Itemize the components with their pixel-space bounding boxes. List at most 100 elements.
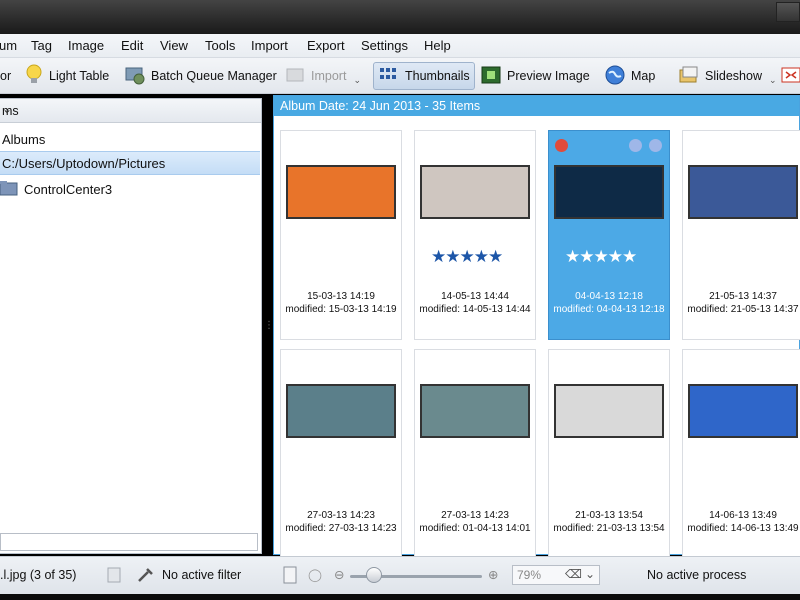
slideshow-label: Slideshow [705, 69, 762, 83]
grid-icon [378, 65, 400, 88]
thumbnails-button[interactable]: Thumbnails [373, 62, 475, 90]
menu-um[interactable]: um [0, 38, 17, 53]
batch-queue-manager-button[interactable]: Batch Queue Manager [120, 62, 281, 90]
smiling-woman-image [554, 384, 664, 438]
coins-image [554, 165, 664, 219]
tree-item-label: Albums [2, 131, 46, 147]
thumbnail-date: 14-06-13 13:49 [709, 510, 777, 521]
thumbnail-date: 14-05-13 14:44 [441, 291, 509, 302]
main-toolbar: or Light Table Batch Queue Manager Impor… [0, 58, 800, 94]
window-close-button[interactable] [776, 2, 800, 22]
thumbnail-modified: modified: 27-03-13 14:23 [285, 523, 397, 534]
thumbnail-modified: modified: 04-04-13 12:18 [553, 304, 665, 315]
facebook-image [688, 165, 798, 219]
thumbnail-date: 27-03-13 14:23 [307, 510, 375, 521]
thumbnail-card[interactable]: 21-05-13 14:37 modified: 21-05-13 14:37 [682, 130, 800, 340]
thumbnail-date: 21-05-13 14:37 [709, 291, 777, 302]
thumbnail-card[interactable]: ★★★★★ 14-05-13 14:44 modified: 14-05-13 14… [414, 130, 536, 340]
zoom-reset-icon[interactable]: ◯ [308, 567, 322, 582]
box-head-image [286, 384, 396, 438]
menu-tools[interactable]: Tools [205, 38, 235, 53]
fullscreen-button[interactable] [776, 62, 800, 90]
menu-help[interactable]: Help [424, 38, 451, 53]
thumbnail-modified: modified: 14-05-13 14:44 [419, 304, 531, 315]
zoom-level-input[interactable]: 79% ⌫ ⌄ [512, 565, 600, 585]
menu-settings[interactable]: Settings [361, 38, 408, 53]
menu-view[interactable]: View [160, 38, 188, 53]
albums-panel-header[interactable]: ms ⌄ [0, 99, 261, 123]
slideshow-button[interactable]: Slideshow ⌄ [674, 62, 781, 90]
preview-image-button[interactable]: Preview Image [476, 62, 594, 90]
clear-icon[interactable]: ⌫ [565, 567, 582, 581]
thumbnail-card[interactable]: 27-03-13 14:23 modified: 01-04-13 14:01 [414, 349, 536, 559]
batch-queue-label: Batch Queue Manager [151, 69, 277, 83]
preview-icon [480, 64, 502, 89]
chevron-down-icon[interactable]: ⌄ [2, 102, 253, 116]
globe-icon [604, 64, 626, 89]
menu-edit[interactable]: Edit [121, 38, 143, 53]
tree-item-pictures[interactable]: C:/Users/Uptodown/Pictures [0, 151, 260, 175]
tree-item-controlcenter3[interactable]: ControlCenter3 [0, 177, 260, 201]
light-table-button[interactable]: Light Table [20, 62, 113, 90]
thumbnail-modified: modified: 21-03-13 13:54 [553, 523, 665, 534]
folder-icon [0, 180, 18, 199]
thumbnail-date: 21-03-13 13:54 [575, 510, 643, 521]
rss-feed-image [286, 165, 396, 219]
tag-icon[interactable] [106, 566, 122, 587]
status-bar: .l.jpg (3 of 35) No active filter ◯ ⊖ ⊕ … [0, 556, 800, 594]
light-table-label: Light Table [49, 69, 110, 83]
thumbnail-modified: modified: 14-06-13 13:49 [687, 523, 799, 534]
thumbnail-card[interactable]: 27-03-13 14:23 modified: 27-03-13 14:23 [280, 349, 402, 559]
current-file-label: .l.jpg (3 of 35) [0, 568, 77, 582]
fit-icon[interactable] [282, 565, 298, 588]
thumbnail-view: Album Date: 24 Jun 2013 - 35 Items 15-03… [273, 95, 800, 559]
menu-image[interactable]: Image [68, 38, 104, 53]
chevron-down-icon[interactable]: ⌄ [585, 567, 595, 581]
album-search-input[interactable] [0, 533, 258, 551]
album-header: Album Date: 24 Jun 2013 - 35 Items [274, 96, 799, 116]
tree-item-label: ControlCenter3 [24, 181, 113, 197]
menu-import[interactable]: Import [251, 38, 288, 53]
menu-tag[interactable]: Tag [31, 38, 52, 53]
thumbnail-modified: modified: 21-05-13 14:37 [687, 304, 799, 315]
tree-item-albums[interactable]: Albums [0, 127, 260, 151]
lightbulb-icon [24, 64, 44, 89]
albums-panel: ms ⌄ Albums C:/Users/Uptodown/Pictures C… [0, 98, 262, 554]
window-titlebar [0, 0, 800, 34]
thumbnail-card[interactable]: 21-03-13 13:54 modified: 21-03-13 13:54 [548, 349, 670, 559]
zoom-level-value: 79% [517, 568, 542, 582]
zoom-in-icon[interactable]: ⊕ [488, 567, 498, 582]
tree-item-label: C:/Users/Uptodown/Pictures [2, 155, 166, 171]
thumbnail-modified: modified: 01-04-13 14:01 [419, 523, 531, 534]
menu-export[interactable]: Export [307, 38, 345, 53]
filter-icon[interactable] [136, 565, 156, 588]
remove-icon[interactable] [555, 139, 568, 152]
thumbnail-date: 27-03-13 14:23 [441, 510, 509, 521]
rotate-left-icon[interactable] [629, 139, 642, 152]
rotate-right-icon[interactable] [649, 139, 662, 152]
import-icon [284, 64, 306, 89]
thumbnail-date: 15-03-13 14:19 [307, 291, 375, 302]
fullscreen-icon [780, 64, 800, 89]
editor-button[interactable]: or [0, 62, 15, 90]
slideshow-icon [678, 64, 700, 89]
thumbnail-date: 04-04-13 12:18 [575, 291, 643, 302]
import-button[interactable]: Import ⌄ [280, 62, 365, 90]
thumbnail-card[interactable]: 15-03-13 14:19 modified: 15-03-13 14:19 [280, 130, 402, 340]
rating-stars[interactable]: ★★★★★ [565, 247, 637, 267]
window-bottom-border [0, 594, 800, 600]
thumbnail-card[interactable]: ★★★★★ 04-04-13 12:18 modified: 04-04-13 12… [548, 130, 670, 340]
zoom-slider-handle[interactable] [366, 567, 382, 583]
thumbnails-label: Thumbnails [405, 69, 470, 83]
map-button[interactable]: Map [600, 62, 659, 90]
zoom-out-icon[interactable]: ⊖ [334, 567, 344, 582]
preview-image-label: Preview Image [507, 69, 590, 83]
meme-face-image [688, 384, 798, 438]
thumbnail-modified: modified: 15-03-13 14:19 [285, 304, 397, 315]
process-status-label: No active process [647, 568, 747, 582]
rating-stars[interactable]: ★★★★★ [431, 247, 503, 267]
filter-status-label: No active filter [162, 568, 242, 582]
chevron-down-icon[interactable]: ⌄ [353, 75, 361, 86]
menubar: um Tag Image Edit View Tools Import Export Setti… [0, 34, 800, 58]
thumbnail-card[interactable]: 14-06-13 13:49 modified: 14-06-13 13:49 [682, 349, 800, 559]
